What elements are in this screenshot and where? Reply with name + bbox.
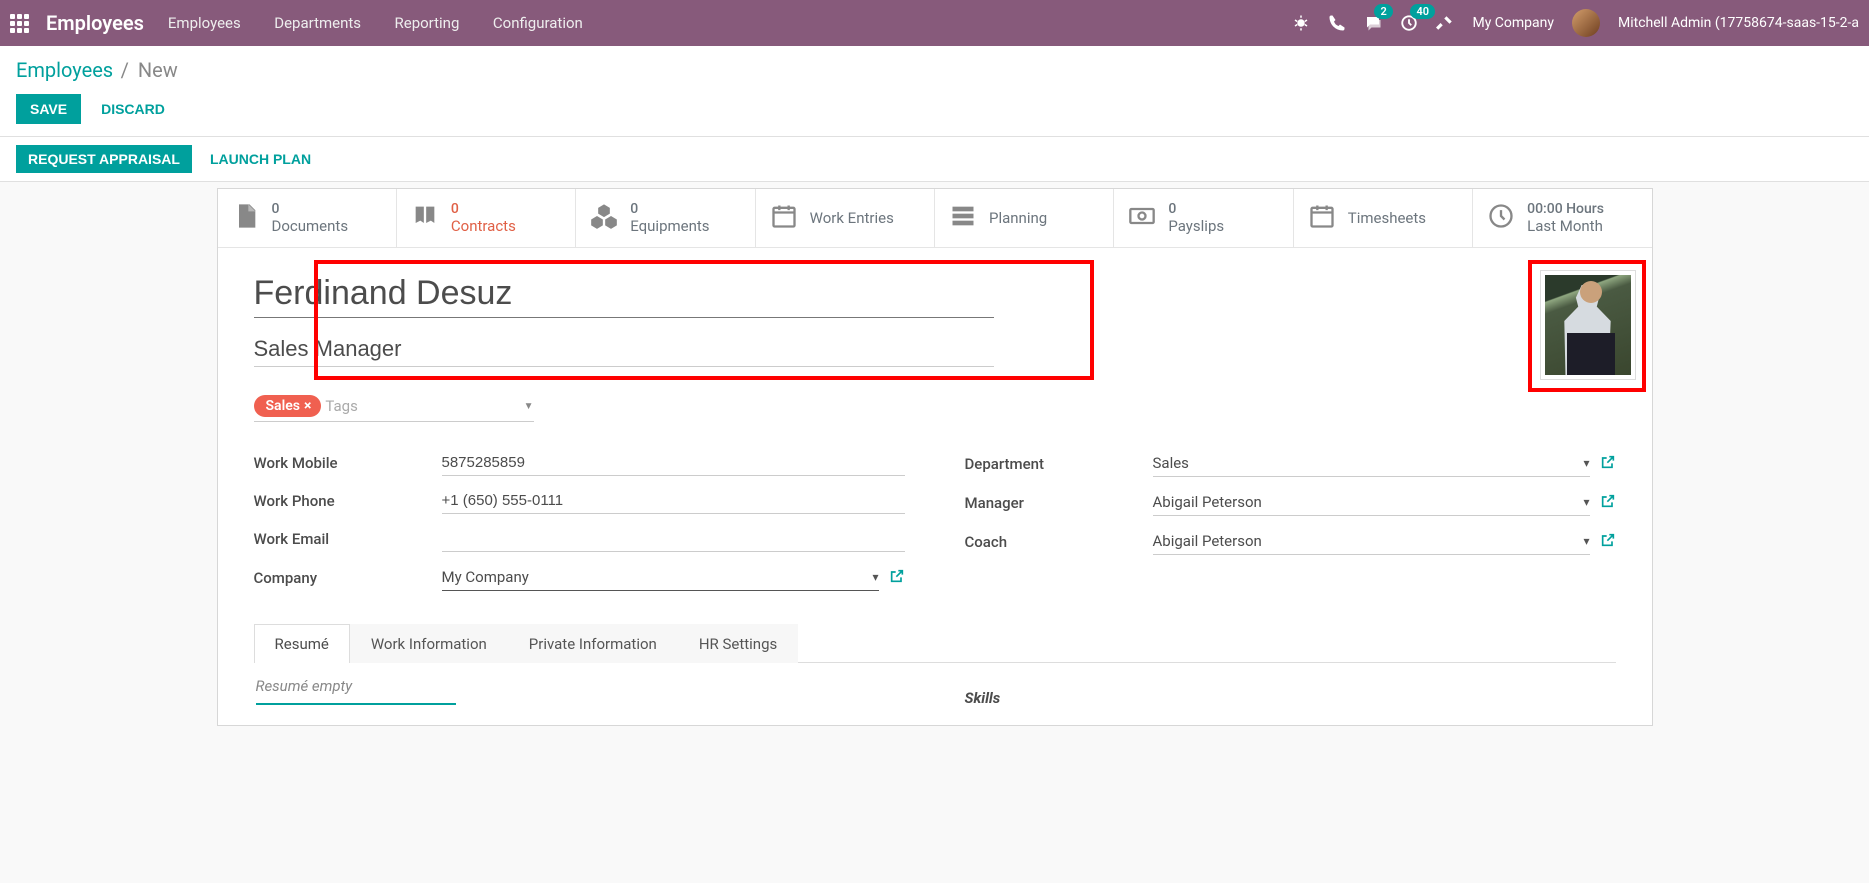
activities-button[interactable]: 40 xyxy=(1400,14,1418,32)
messages-badge: 2 xyxy=(1374,4,1392,19)
label-manager: Manager xyxy=(965,494,1153,512)
stat-planning[interactable]: Planning xyxy=(935,189,1114,247)
stat-documents[interactable]: 0Documents xyxy=(218,189,397,247)
phone-icon[interactable] xyxy=(1328,14,1346,32)
nav-employees[interactable]: Employees xyxy=(168,14,241,32)
left-column: Work Mobile Work Phone Work Email Compan… xyxy=(254,450,905,603)
chevron-down-icon: ▾ xyxy=(872,570,878,584)
form-sheet: 0Documents 0Contracts 0Equipments Work E… xyxy=(217,188,1653,726)
messages-button[interactable]: 2 xyxy=(1364,14,1382,32)
stat-work-entries[interactable]: Work Entries xyxy=(756,189,935,247)
manager-select[interactable]: Abigail Peterson ▾ xyxy=(1153,489,1590,516)
app-brand: Employees xyxy=(46,11,144,35)
external-link-icon[interactable] xyxy=(1600,493,1616,513)
tools-icon[interactable] xyxy=(1436,14,1454,32)
tab-hr-settings[interactable]: HR Settings xyxy=(678,624,798,663)
external-link-icon[interactable] xyxy=(1600,454,1616,474)
skills-header: Skills xyxy=(965,677,1614,707)
control-panel: Employees / New SAVE DISCARD xyxy=(0,46,1869,136)
chevron-down-icon: ▾ xyxy=(1583,534,1589,548)
top-nav: Employees Departments Reporting Configur… xyxy=(168,14,613,32)
breadcrumb-root[interactable]: Employees xyxy=(16,58,113,82)
chevron-down-icon: ▼ xyxy=(524,401,534,412)
nav-reporting[interactable]: Reporting xyxy=(395,14,460,32)
tab-resume[interactable]: Resumé xyxy=(254,624,350,663)
external-link-icon[interactable] xyxy=(889,568,905,588)
stat-hours[interactable]: 00:00 HoursLast Month xyxy=(1473,189,1651,247)
highlight-name-title xyxy=(314,260,1094,380)
tab-private-information[interactable]: Private Information xyxy=(508,624,678,663)
label-company: Company xyxy=(254,569,442,587)
label-department: Department xyxy=(965,455,1153,473)
company-select[interactable]: My Company ▾ xyxy=(442,564,879,591)
work-email-input[interactable] xyxy=(442,526,905,552)
stat-buttons: 0Documents 0Contracts 0Equipments Work E… xyxy=(218,189,1652,248)
book-icon xyxy=(411,202,439,234)
department-select[interactable]: Sales ▾ xyxy=(1153,450,1590,477)
activities-badge: 40 xyxy=(1410,4,1435,19)
topbar: Employees Employees Departments Reportin… xyxy=(0,0,1869,46)
stat-contracts[interactable]: 0Contracts xyxy=(397,189,576,247)
nav-departments[interactable]: Departments xyxy=(274,14,361,32)
label-work-phone: Work Phone xyxy=(254,492,442,510)
stat-equipments[interactable]: 0Equipments xyxy=(576,189,755,247)
stat-timesheets[interactable]: Timesheets xyxy=(1294,189,1473,247)
calendar-icon xyxy=(1308,202,1336,234)
chevron-down-icon: ▾ xyxy=(1583,495,1589,509)
discard-button[interactable]: DISCARD xyxy=(101,101,165,117)
close-icon[interactable]: × xyxy=(304,398,311,414)
external-link-icon[interactable] xyxy=(1600,532,1616,552)
tasks-icon xyxy=(949,202,977,234)
user-avatar[interactable] xyxy=(1572,9,1600,37)
file-icon xyxy=(232,202,260,234)
status-bar: REQUEST APPRAISAL LAUNCH PLAN xyxy=(0,136,1869,182)
work-mobile-input[interactable] xyxy=(442,450,905,476)
clock-outline-icon xyxy=(1487,202,1515,234)
apps-menu-icon[interactable] xyxy=(10,14,34,33)
resume-underline xyxy=(256,703,456,705)
bug-icon[interactable] xyxy=(1292,14,1310,32)
calendar-icon xyxy=(770,202,798,234)
launch-plan-button[interactable]: LAUNCH PLAN xyxy=(210,145,311,173)
tags-field[interactable]: Sales × Tags ▼ xyxy=(254,395,534,422)
tab-work-information[interactable]: Work Information xyxy=(350,624,508,663)
tags-placeholder: Tags xyxy=(325,397,357,415)
coach-select[interactable]: Abigail Peterson ▾ xyxy=(1153,528,1590,555)
stat-payslips[interactable]: 0Payslips xyxy=(1114,189,1293,247)
chevron-down-icon: ▾ xyxy=(1583,456,1589,470)
cubes-icon xyxy=(590,202,618,234)
nav-configuration[interactable]: Configuration xyxy=(493,14,583,32)
label-work-mobile: Work Mobile xyxy=(254,454,442,472)
breadcrumb-sep: / xyxy=(121,58,134,82)
breadcrumb-current: New xyxy=(138,58,178,82)
tab-content-resume: Resumé empty Skills xyxy=(254,663,1616,721)
tag-sales[interactable]: Sales × xyxy=(254,395,322,417)
save-button[interactable]: SAVE xyxy=(16,94,81,124)
right-column: Department Sales ▾ Manager Abigail Peter… xyxy=(965,450,1616,603)
resume-empty-label: Resumé empty xyxy=(256,677,905,695)
employee-photo[interactable] xyxy=(1540,270,1636,380)
request-appraisal-button[interactable]: REQUEST APPRAISAL xyxy=(16,145,192,173)
work-phone-input[interactable] xyxy=(442,488,905,514)
user-menu[interactable]: Mitchell Admin (17758674-saas-15-2-a xyxy=(1618,15,1859,31)
money-icon xyxy=(1128,202,1156,234)
notebook-tabs: Resumé Work Information Private Informat… xyxy=(254,623,1616,663)
company-switcher[interactable]: My Company xyxy=(1472,15,1554,31)
label-coach: Coach xyxy=(965,533,1153,551)
breadcrumb: Employees / New xyxy=(16,58,1853,82)
label-work-email: Work Email xyxy=(254,530,442,548)
